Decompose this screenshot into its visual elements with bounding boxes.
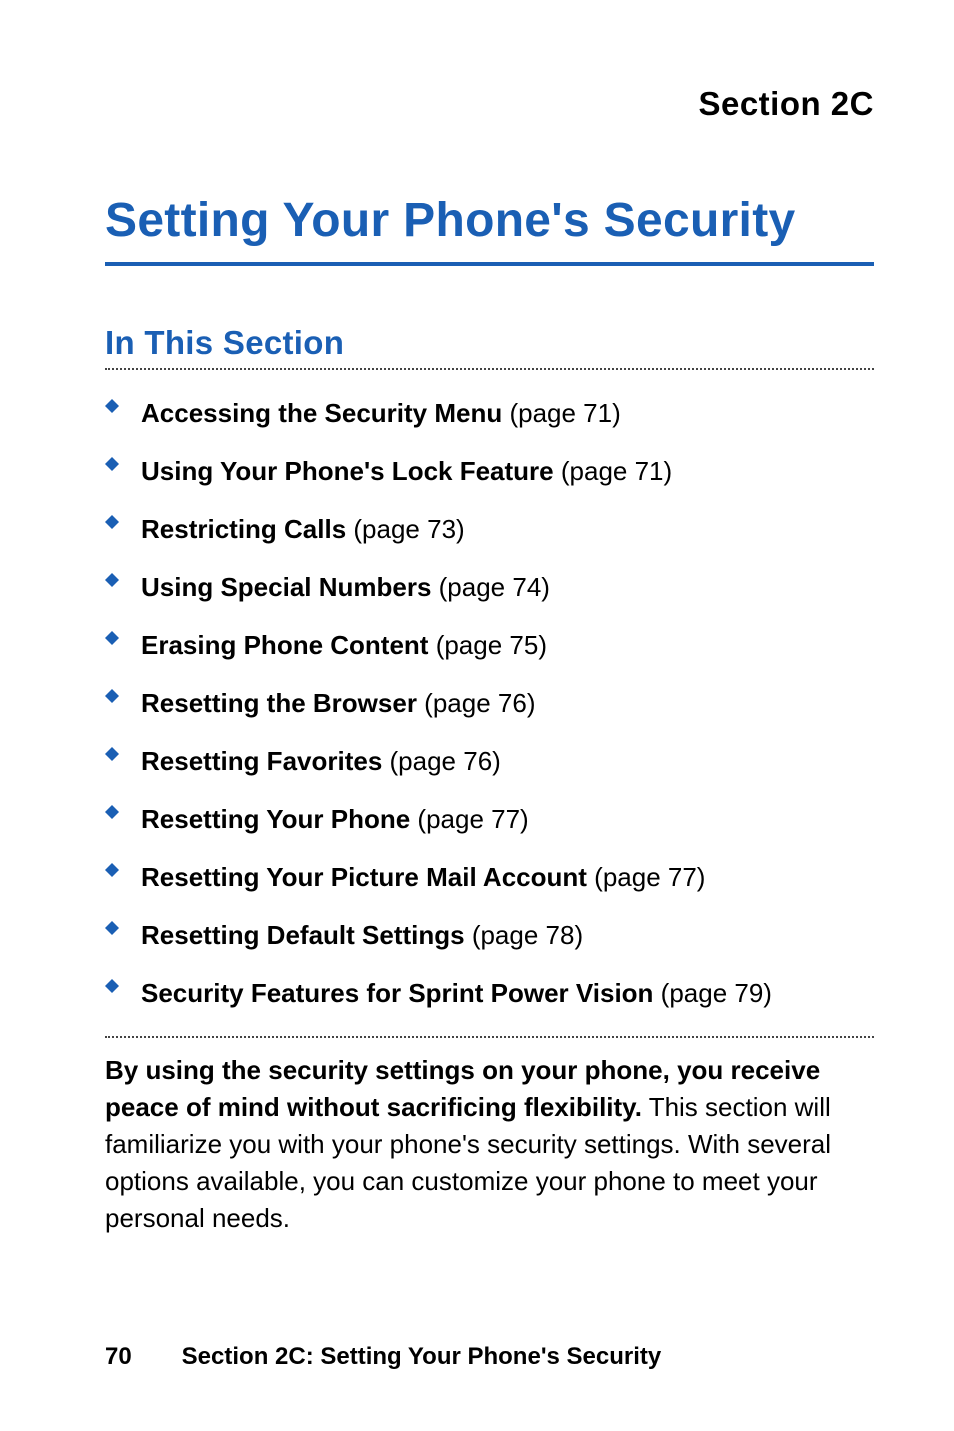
toc-item-title: Erasing Phone Content <box>141 630 428 660</box>
toc-item: Using Special Numbers (page 74) <box>105 558 874 616</box>
toc-item-title: Using Your Phone's Lock Feature <box>141 456 554 486</box>
toc-item-page-ref: (page 79) <box>653 978 772 1008</box>
toc-item-page-ref: (page 74) <box>431 572 550 602</box>
diamond-bullet-icon <box>105 687 119 703</box>
diamond-bullet-icon <box>105 745 119 761</box>
toc-item-page-ref: (page 75) <box>428 630 547 660</box>
intro-paragraph: By using the security settings on your p… <box>105 1052 874 1237</box>
toc-item: Restricting Calls (page 73) <box>105 500 874 558</box>
toc-item-text: Restricting Calls (page 73) <box>141 513 465 545</box>
toc-item-page-ref: (page 77) <box>410 804 529 834</box>
toc-item: Accessing the Security Menu (page 71) <box>105 384 874 442</box>
toc-list: Accessing the Security Menu (page 71)Usi… <box>105 370 874 1036</box>
diamond-bullet-icon <box>105 861 119 877</box>
toc-item-title: Resetting the Browser <box>141 688 417 718</box>
toc-item-page-ref: (page 77) <box>587 862 706 892</box>
diamond-bullet-icon <box>105 397 119 413</box>
toc-item-text: Resetting Your Picture Mail Account (pag… <box>141 861 705 893</box>
toc-item: Resetting the Browser (page 76) <box>105 674 874 732</box>
toc-item-title: Restricting Calls <box>141 514 346 544</box>
diamond-bullet-icon <box>105 571 119 587</box>
toc-item: Resetting Your Picture Mail Account (pag… <box>105 848 874 906</box>
toc-item-page-ref: (page 76) <box>382 746 501 776</box>
toc-item-text: Erasing Phone Content (page 75) <box>141 629 547 661</box>
toc-item: Using Your Phone's Lock Feature (page 71… <box>105 442 874 500</box>
toc-item-page-ref: (page 71) <box>554 456 673 486</box>
diamond-bullet-icon <box>105 803 119 819</box>
diamond-bullet-icon <box>105 977 119 993</box>
toc-item: Security Features for Sprint Power Visio… <box>105 964 874 1022</box>
running-head: Section 2C: Setting Your Phone's Securit… <box>182 1343 662 1370</box>
toc-item-text: Security Features for Sprint Power Visio… <box>141 977 772 1009</box>
toc-item-title: Resetting Your Phone <box>141 804 410 834</box>
toc-item-page-ref: (page 76) <box>417 688 536 718</box>
toc-item: Resetting Favorites (page 76) <box>105 732 874 790</box>
toc-item-title: Resetting Default Settings <box>141 920 465 950</box>
toc-item-text: Resetting Your Phone (page 77) <box>141 803 529 835</box>
toc-item-text: Using Special Numbers (page 74) <box>141 571 550 603</box>
toc-item-page-ref: (page 78) <box>465 920 584 950</box>
toc-item-page-ref: (page 73) <box>346 514 465 544</box>
toc-item-text: Resetting Favorites (page 76) <box>141 745 501 777</box>
page-title: Setting Your Phone's Security <box>105 193 874 248</box>
toc-item-page-ref: (page 71) <box>502 398 621 428</box>
toc-item-text: Resetting Default Settings (page 78) <box>141 919 583 951</box>
toc-item-title: Accessing the Security Menu <box>141 398 502 428</box>
toc-item-title: Security Features for Sprint Power Visio… <box>141 978 653 1008</box>
toc-item: Erasing Phone Content (page 75) <box>105 616 874 674</box>
diamond-bullet-icon <box>105 513 119 529</box>
toc-item-title: Using Special Numbers <box>141 572 431 602</box>
page-footer: 70 Section 2C: Setting Your Phone's Secu… <box>105 1343 661 1371</box>
toc-item-text: Accessing the Security Menu (page 71) <box>141 397 621 429</box>
page-number: 70 <box>105 1343 175 1371</box>
toc-item-text: Resetting the Browser (page 76) <box>141 687 535 719</box>
toc-item: Resetting Default Settings (page 78) <box>105 906 874 964</box>
section-label: Section 2C <box>105 85 874 123</box>
divider-bottom <box>105 1036 874 1038</box>
toc-item: Resetting Your Phone (page 77) <box>105 790 874 848</box>
diamond-bullet-icon <box>105 919 119 935</box>
diamond-bullet-icon <box>105 455 119 471</box>
toc-item-text: Using Your Phone's Lock Feature (page 71… <box>141 455 672 487</box>
toc-item-title: Resetting Your Picture Mail Account <box>141 862 587 892</box>
diamond-bullet-icon <box>105 629 119 645</box>
in-this-section-heading: In This Section <box>105 324 874 362</box>
toc-item-title: Resetting Favorites <box>141 746 382 776</box>
title-rule <box>105 262 874 266</box>
